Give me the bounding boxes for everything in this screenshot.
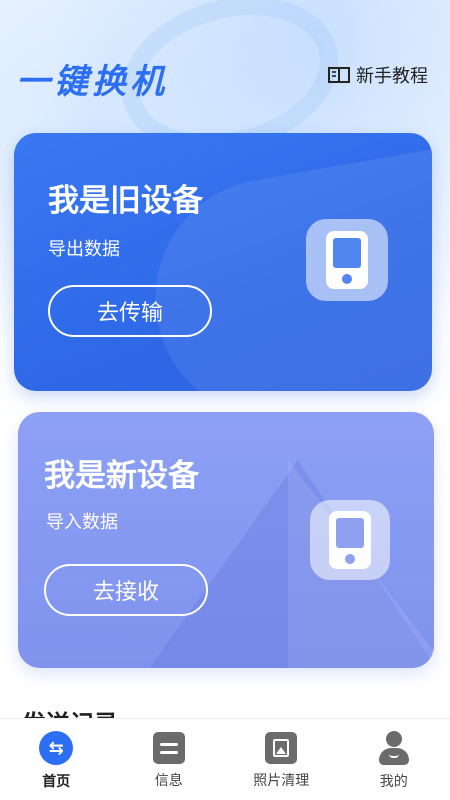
- bottom-tab-bar: ⇆ 首页 信息 照片清理 我的: [0, 718, 450, 800]
- app-title: 一键换机: [16, 62, 168, 102]
- photo-icon: [265, 732, 298, 764]
- transfer-icon: ⇆: [39, 731, 74, 765]
- old-device-subtitle: 导出数据: [48, 239, 120, 260]
- receive-button[interactable]: 去接收: [44, 564, 208, 616]
- new-device-title: 我是新设备: [44, 458, 199, 494]
- tab-label: 我的: [379, 774, 408, 790]
- new-device-card[interactable]: 我是新设备 导入数据 去接收: [18, 412, 434, 668]
- tutorial-link[interactable]: 新手教程: [328, 62, 428, 88]
- phone-icon: [310, 500, 390, 580]
- tab-profile[interactable]: 我的: [338, 719, 450, 800]
- header: 一键换机 新手教程: [0, 50, 450, 102]
- tab-label: 信息: [154, 773, 183, 789]
- tutorial-label: 新手教程: [356, 66, 428, 87]
- tab-photo-cleanup[interactable]: 照片清理: [225, 719, 338, 800]
- tab-label: 照片清理: [253, 773, 310, 789]
- tab-messages[interactable]: 信息: [113, 719, 226, 800]
- old-device-card[interactable]: 我是旧设备 导出数据 去传输: [14, 133, 432, 391]
- tab-label: 首页: [42, 774, 71, 790]
- transfer-button[interactable]: 去传输: [48, 285, 212, 337]
- tab-home[interactable]: ⇆ 首页: [0, 719, 113, 800]
- new-device-subtitle: 导入数据: [46, 512, 118, 533]
- profile-icon: [377, 731, 411, 765]
- book-icon: [328, 67, 350, 83]
- message-icon: [152, 732, 185, 764]
- old-device-title: 我是旧设备: [48, 183, 203, 219]
- phone-icon: [306, 219, 388, 301]
